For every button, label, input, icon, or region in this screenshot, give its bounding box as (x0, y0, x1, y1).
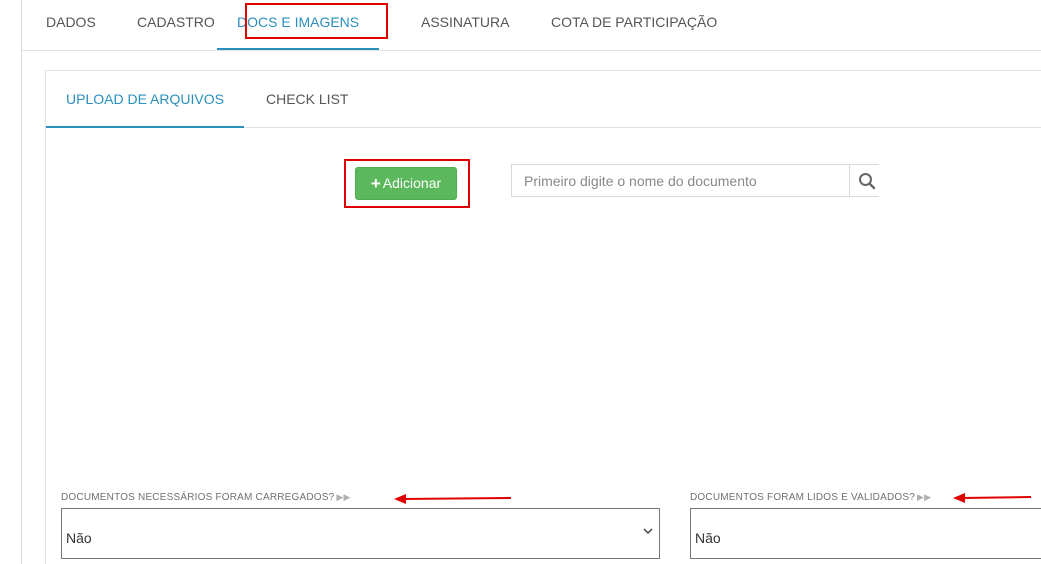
upload-panel: UPLOAD DE ARQUIVOS CHECK LIST (45, 70, 1041, 564)
question-text: DOCUMENTOS NECESSÁRIOS FORAM CARREGADOS? (61, 492, 335, 503)
search-icon[interactable] (858, 172, 876, 190)
top-tab-bar: DADOS CADASTRO DOCS E IMAGENS ASSINATURA… (22, 0, 1041, 51)
add-button[interactable]: + Adicionar (355, 167, 457, 200)
tab-label: DOCS E IMAGENS (237, 14, 360, 30)
sort-arrows-icon: ▶▶ (917, 492, 932, 502)
tab-assinatura[interactable]: ASSINATURA (421, 0, 509, 48)
chevron-down-icon (643, 528, 653, 535)
highlight-box-add: + Adicionar (344, 159, 470, 208)
question-text: DOCUMENTOS FORAM LIDOS E VALIDADOS? (690, 492, 916, 503)
sort-arrows-icon: ▶▶ (336, 492, 351, 502)
plus-icon: + (370, 174, 381, 193)
tab-cota-de-participacao[interactable]: COTA DE PARTICIPAÇÃO (551, 0, 717, 48)
tab-label: CHECK LIST (266, 91, 349, 107)
tab-label: ASSINATURA (421, 14, 510, 30)
select-value: Não (695, 530, 721, 546)
tab-label: DADOS (46, 14, 96, 30)
tab-label: CADASTRO (137, 14, 215, 30)
search-input[interactable] (512, 165, 850, 196)
search-box (511, 164, 879, 197)
question-label-carregados: DOCUMENTOS NECESSÁRIOS FORAM CARREGADOS?… (61, 492, 351, 503)
page: DADOS CADASTRO DOCS E IMAGENS ASSINATURA… (0, 0, 1041, 564)
sub-tab-bar: UPLOAD DE ARQUIVOS CHECK LIST (46, 71, 1041, 128)
tab-dados[interactable]: DADOS (46, 0, 96, 48)
tab-check-list[interactable]: CHECK LIST (266, 71, 348, 126)
question-label-validados: DOCUMENTOS FORAM LIDOS E VALIDADOS? ▶▶ (690, 492, 931, 503)
tab-cadastro[interactable]: CADASTRO (137, 0, 215, 48)
select-documentos-validados[interactable]: Não (690, 508, 1041, 559)
tab-upload-de-arquivos[interactable]: UPLOAD DE ARQUIVOS (46, 71, 244, 128)
tab-docs-e-imagens[interactable]: DOCS E IMAGENS (217, 0, 380, 50)
select-documentos-carregados[interactable]: Não (61, 508, 660, 559)
left-divider (21, 0, 22, 564)
add-button-label: Adicionar (382, 175, 442, 191)
tab-label: COTA DE PARTICIPAÇÃO (551, 14, 718, 30)
select-value: Não (66, 530, 92, 546)
tab-label: UPLOAD DE ARQUIVOS (66, 91, 224, 107)
